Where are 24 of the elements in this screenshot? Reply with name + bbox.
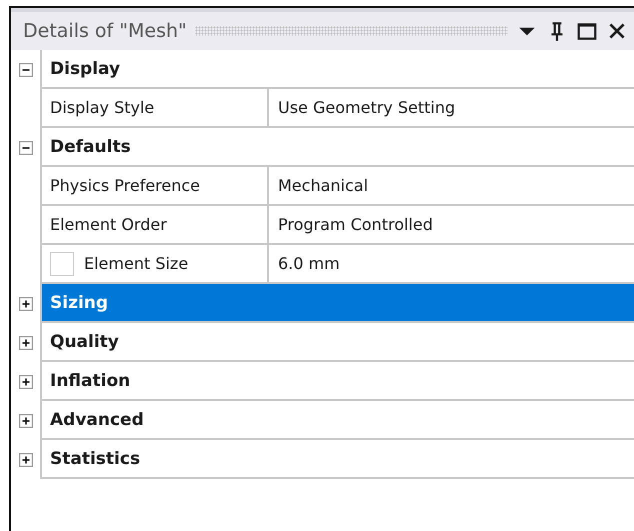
property-label: Physics Preference <box>50 176 200 195</box>
property-value: 6.0 mm <box>278 254 340 273</box>
property-value: Mechanical <box>278 176 368 195</box>
property-value: Use Geometry Setting <box>278 98 456 117</box>
group-header[interactable]: Sizing <box>40 284 634 323</box>
checkbox[interactable] <box>50 252 74 276</box>
group-header[interactable]: Quality <box>40 323 634 362</box>
property-value: Program Controlled <box>278 215 433 234</box>
expand-icon[interactable] <box>18 374 32 388</box>
collapse-icon[interactable] <box>18 140 32 154</box>
group-header[interactable]: Display <box>40 50 634 89</box>
expand-icon[interactable] <box>18 452 32 466</box>
property-label: Element Order <box>50 215 167 234</box>
expand-icon[interactable] <box>18 336 32 350</box>
group-header[interactable]: Statistics <box>40 440 634 479</box>
group-header[interactable]: Advanced <box>40 401 634 440</box>
property-label: Element Size <box>84 254 188 273</box>
collapse-icon[interactable] <box>18 62 32 76</box>
group-header[interactable]: Defaults <box>40 128 634 167</box>
panel-title: Details of "Mesh" <box>23 20 187 42</box>
group-header[interactable]: Inflation <box>40 362 634 401</box>
property-label: Display Style <box>50 98 154 117</box>
expand-icon[interactable] <box>18 296 32 310</box>
expand-icon[interactable] <box>18 414 32 428</box>
